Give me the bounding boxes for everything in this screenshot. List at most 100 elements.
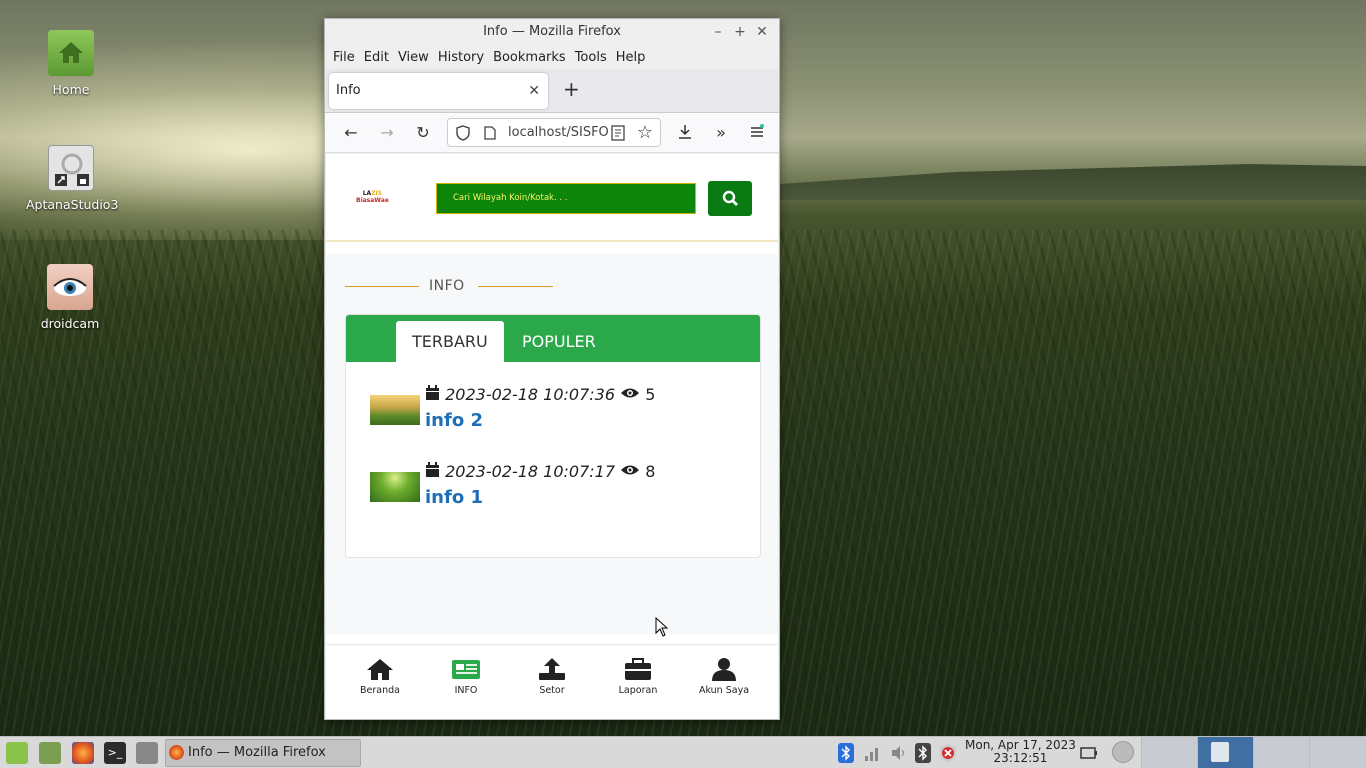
menu-view[interactable]: View bbox=[398, 50, 429, 65]
downloads-icon[interactable] bbox=[677, 124, 693, 140]
close-button[interactable]: ✕ bbox=[751, 19, 773, 45]
item-title-link[interactable]: info 1 bbox=[425, 487, 483, 508]
workspace-4[interactable] bbox=[1309, 737, 1366, 768]
overflow-menu-icon[interactable]: » bbox=[709, 121, 733, 145]
nav-label: Laporan bbox=[618, 685, 658, 696]
firefox-icon bbox=[169, 745, 184, 760]
back-icon[interactable]: ← bbox=[339, 121, 363, 145]
desktop-icon-droidcam[interactable]: droidcam bbox=[25, 264, 115, 331]
search-button[interactable] bbox=[708, 181, 752, 216]
site-logo[interactable]: LAZIS BiasaWae bbox=[356, 190, 389, 204]
desktop-icon-home[interactable]: Home bbox=[26, 30, 116, 97]
hamburger-menu-icon[interactable] bbox=[749, 124, 765, 140]
bottom-navigation: Beranda INFO Setor Laporan Akun Saya bbox=[326, 644, 778, 719]
list-item: 2023-02-18 10:07:17 8 info 1 bbox=[370, 462, 750, 512]
home-icon bbox=[367, 659, 393, 680]
calendar-icon bbox=[426, 462, 439, 477]
taskbar-window-firefox[interactable]: Info — Mozilla Firefox bbox=[165, 739, 361, 767]
nav-label: Setor bbox=[539, 685, 565, 696]
tab-terbaru[interactable]: TERBARU bbox=[396, 321, 504, 362]
url-bar[interactable]: localhost/SISFO bbox=[447, 118, 661, 147]
taskbar-window-title: Info — Mozilla Firefox bbox=[188, 745, 326, 760]
logo-text-biasawae: BiasaWae bbox=[356, 197, 389, 204]
mint-menu-icon[interactable] bbox=[6, 742, 28, 764]
menu-file[interactable]: File bbox=[333, 50, 355, 65]
section-title: INFO bbox=[429, 278, 465, 294]
workspace-2-active[interactable] bbox=[1197, 737, 1253, 768]
bookmark-star-icon[interactable]: ☆ bbox=[633, 121, 657, 145]
firefox-window: Info — Mozilla Firefox – + ✕ File Edit V… bbox=[324, 18, 780, 720]
desktop-icon-label: AptanaStudio3 bbox=[26, 197, 119, 212]
nav-info[interactable]: INFO bbox=[431, 657, 501, 696]
nav-laporan[interactable]: Laporan bbox=[603, 657, 673, 696]
maximize-button[interactable]: + bbox=[729, 19, 751, 45]
terminal-icon[interactable]: >_ bbox=[104, 742, 126, 764]
volume-icon[interactable] bbox=[890, 744, 908, 762]
desktop-icon-aptanastudio3[interactable]: AptanaStudio3 bbox=[26, 145, 119, 212]
upload-icon bbox=[539, 658, 565, 680]
menu-tools[interactable]: Tools bbox=[575, 50, 607, 65]
firefox-launcher-icon[interactable] bbox=[72, 742, 94, 764]
desktop-icon-label: droidcam bbox=[40, 316, 100, 331]
desktop-icon-label: Home bbox=[52, 82, 90, 97]
reload-icon[interactable]: ↻ bbox=[411, 121, 435, 145]
menu-history[interactable]: History bbox=[438, 50, 484, 65]
update-manager-error-icon[interactable] bbox=[938, 743, 958, 763]
briefcase-icon bbox=[625, 658, 651, 680]
tab-strip: Info ✕ + bbox=[325, 69, 779, 113]
close-tab-icon[interactable]: ✕ bbox=[528, 73, 540, 109]
thumbnail-image[interactable] bbox=[370, 395, 420, 425]
heading-line-left bbox=[345, 286, 419, 287]
workspace-window-thumb-icon bbox=[1211, 742, 1229, 762]
nav-label: INFO bbox=[454, 685, 478, 696]
page-body: INFO TERBARU POPULER 2023-02-18 10:07:36… bbox=[326, 254, 778, 634]
section-heading: INFO bbox=[345, 278, 553, 294]
search-input[interactable]: Cari Wilayah Koin/Kotak. . . bbox=[436, 183, 696, 214]
user-icon bbox=[712, 658, 736, 681]
bluetooth-status-icon[interactable] bbox=[915, 743, 931, 763]
reader-view-icon[interactable] bbox=[611, 125, 625, 141]
eye-icon bbox=[621, 388, 640, 398]
browser-tab-info[interactable]: Info ✕ bbox=[329, 73, 548, 109]
menu-help[interactable]: Help bbox=[616, 50, 646, 65]
file-manager-icon[interactable] bbox=[136, 742, 158, 764]
page-icon bbox=[484, 126, 496, 140]
item-views: 5 bbox=[645, 385, 656, 404]
tab-populer[interactable]: POPULER bbox=[506, 321, 612, 362]
shield-icon bbox=[456, 125, 470, 141]
taskbar: >_ Info — Mozilla Firefox Mon, Apr 17, 2… bbox=[0, 736, 1366, 768]
browser-tab-title: Info bbox=[336, 83, 361, 98]
new-tab-icon[interactable]: + bbox=[563, 77, 580, 101]
list-item: 2023-02-18 10:07:36 5 info 2 bbox=[370, 385, 750, 435]
forward-icon[interactable]: → bbox=[375, 121, 399, 145]
item-title-link[interactable]: info 2 bbox=[425, 410, 483, 431]
workspace-1[interactable] bbox=[1141, 737, 1197, 768]
minimize-button[interactable]: – bbox=[707, 19, 729, 45]
search-icon bbox=[722, 190, 738, 206]
user-session-icon[interactable] bbox=[1112, 741, 1134, 763]
bluetooth-icon[interactable] bbox=[838, 743, 854, 763]
nav-beranda[interactable]: Beranda bbox=[345, 657, 415, 696]
item-date: 2023-02-18 10:07:36 bbox=[445, 385, 616, 404]
window-title: Info — Mozilla Firefox bbox=[483, 24, 621, 39]
info-tabs: TERBARU POPULER bbox=[346, 315, 760, 362]
clock[interactable]: Mon, Apr 17, 2023 23:12:51 bbox=[965, 739, 1076, 765]
network-signal-icon[interactable] bbox=[864, 744, 882, 762]
menu-bookmarks[interactable]: Bookmarks bbox=[493, 50, 566, 65]
navigation-toolbar: ← → ↻ localhost/SISFO ☆ » bbox=[325, 113, 779, 153]
mouse-cursor-icon bbox=[655, 617, 669, 637]
url-text: localhost/SISFO bbox=[508, 125, 609, 140]
menu-edit[interactable]: Edit bbox=[364, 50, 389, 65]
workspace-3[interactable] bbox=[1253, 737, 1309, 768]
nav-label: Beranda bbox=[360, 685, 400, 696]
site-header: LAZIS BiasaWae Cari Wilayah Koin/Kotak. … bbox=[326, 154, 778, 242]
nav-setor[interactable]: Setor bbox=[517, 657, 587, 696]
show-desktop-icon[interactable] bbox=[39, 742, 61, 764]
logo-text-la: LA bbox=[362, 190, 372, 197]
thumbnail-image[interactable] bbox=[370, 472, 420, 502]
nav-akun-saya[interactable]: Akun Saya bbox=[689, 657, 759, 696]
battery-icon[interactable] bbox=[1080, 746, 1098, 760]
window-titlebar[interactable]: Info — Mozilla Firefox – + ✕ bbox=[325, 19, 779, 45]
folder-home-icon bbox=[48, 30, 94, 76]
nav-label: Akun Saya bbox=[698, 685, 750, 696]
